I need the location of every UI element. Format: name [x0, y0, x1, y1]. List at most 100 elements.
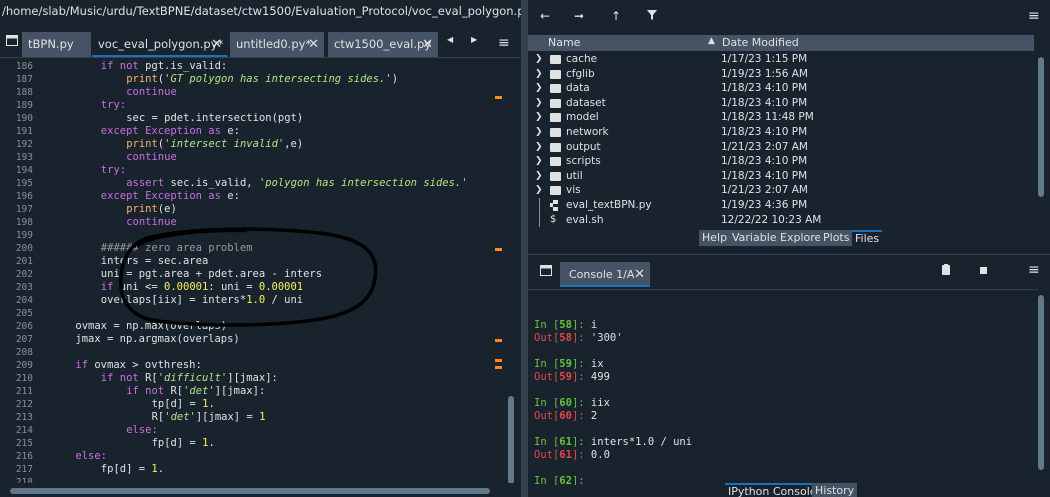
chevron-right-icon[interactable]: ❯: [535, 125, 543, 140]
warning-marker[interactable]: [495, 359, 502, 362]
console-output-line: Out[61]: 0.0: [534, 449, 610, 461]
file-date-modified: 1/18/23 4:10 PM: [721, 169, 808, 182]
warning-marker[interactable]: [495, 248, 502, 251]
sort-ascending-icon[interactable]: ▲: [708, 36, 715, 46]
line-number: 214: [15, 425, 33, 436]
tab-files[interactable]: Files: [852, 230, 883, 246]
filter-icon[interactable]: [647, 9, 657, 23]
file-row[interactable]: ❯ util 1/18/23 4:10 PM: [528, 169, 1034, 184]
editor-vertical-scrollbar[interactable]: [506, 58, 516, 483]
close-icon[interactable]: ✕: [308, 32, 319, 57]
warning-marker[interactable]: [495, 366, 502, 369]
tab-untitled0[interactable]: untitled0.py* ✕: [230, 32, 325, 57]
file-row[interactable]: ❯ cache 1/17/23 1:15 PM: [528, 52, 1034, 67]
chevron-right-icon[interactable]: ❯: [535, 140, 543, 155]
hamburger-menu-icon[interactable]: ≡: [1028, 8, 1040, 24]
file-date-modified: 1/18/23 4:10 PM: [721, 82, 808, 95]
console-input-line: In [60]: iix: [534, 397, 610, 409]
line-number: 193: [15, 152, 33, 163]
line-number: 208: [15, 347, 33, 358]
code-line: print(e): [126, 203, 177, 215]
pane-browse-icon[interactable]: [538, 265, 554, 279]
pane-browse-icon[interactable]: [4, 35, 20, 49]
file-row[interactable]: ❯ dataset 1/18/23 4:10 PM: [528, 96, 1034, 111]
close-icon[interactable]: ✕: [634, 262, 645, 287]
editor-tab-bar: tBPN.py voc_eval_polygon.py* ✕ untitled0…: [0, 29, 521, 57]
files-table-header: Name ▲ Date Modified: [528, 35, 1034, 51]
tab-ipython-console[interactable]: IPython Console: [725, 483, 820, 497]
pane-splitter[interactable]: [521, 0, 528, 497]
close-icon[interactable]: ✕: [422, 32, 433, 57]
tab-variable-explorer[interactable]: Variable Explorer: [729, 230, 829, 246]
file-row[interactable]: ❯ cfglib 1/19/23 1:56 AM: [528, 67, 1034, 82]
file-row[interactable]: $ eval.sh 12/22/22 10:23 AM: [528, 212, 1034, 228]
file-row[interactable]: ❯ model 1/18/23 11:48 PM: [528, 110, 1034, 125]
files-bottom-tabs: Help Variable Explorer Plots Files: [528, 229, 1050, 247]
tab-help[interactable]: Help: [699, 230, 731, 246]
file-row[interactable]: eval_textBPN.py 1/19/23 4:36 PM: [528, 198, 1034, 213]
tab-console-1a[interactable]: Console 1/A ✕: [560, 262, 650, 287]
warning-marker[interactable]: [495, 96, 502, 99]
chevron-right-icon[interactable]: ❯: [535, 81, 543, 96]
code-line: if not pgt.is_valid:: [100, 60, 228, 72]
chevron-right-icon[interactable]: ❯: [535, 110, 543, 125]
forward-arrow-icon[interactable]: ➞: [574, 9, 584, 23]
code-line: continue: [126, 86, 177, 98]
code-line: tp[d] = 1.: [151, 398, 215, 410]
tab-tbpn[interactable]: tBPN.py: [22, 32, 92, 57]
column-header-name[interactable]: Name: [548, 36, 580, 49]
line-number: 206: [15, 321, 33, 332]
warning-marker[interactable]: [495, 339, 502, 342]
chevron-right-icon[interactable]: ❯: [535, 96, 543, 111]
line-number: 190: [15, 113, 33, 124]
folder-icon: [550, 55, 561, 64]
chevron-right-icon[interactable]: ❯: [535, 154, 543, 169]
file-row[interactable]: ❯ scripts 1/18/23 4:10 PM: [528, 154, 1034, 169]
line-number: 210: [15, 373, 33, 384]
line-number: 199: [15, 230, 33, 241]
clipboard-icon[interactable]: [942, 264, 950, 278]
terminal-icon: $: [550, 213, 557, 225]
file-name: dataset: [566, 96, 606, 109]
chevron-right-icon[interactable]: ❯: [535, 169, 543, 184]
scrollbar-thumb[interactable]: [1038, 295, 1044, 470]
file-row[interactable]: ❯ output 1/21/23 2:07 AM: [528, 140, 1034, 155]
scrollbar-thumb[interactable]: [1038, 57, 1044, 197]
code-line: else:: [75, 450, 107, 462]
python-file-icon: [550, 200, 561, 211]
hamburger-menu-icon[interactable]: ≡: [1028, 262, 1040, 278]
file-date-modified: 1/19/23 1:56 AM: [721, 67, 808, 80]
chevron-right-icon[interactable]: ❯: [535, 67, 543, 82]
line-number: 187: [15, 74, 33, 85]
tab-scroll-left-icon[interactable]: ◀: [447, 35, 453, 44]
up-arrow-icon[interactable]: ↑: [611, 9, 621, 23]
editor-horizontal-scrollbar[interactable]: [0, 484, 506, 497]
files-vertical-scrollbar[interactable]: [1036, 35, 1046, 228]
chevron-right-icon[interactable]: ❯: [535, 52, 543, 67]
file-row[interactable]: ❯ network 1/18/23 4:10 PM: [528, 125, 1034, 140]
code-line: fp[d] = 1.: [151, 437, 215, 449]
editor-pane: /home/slab/Music/urdu/TextBPNE/dataset/c…: [0, 0, 521, 497]
file-row[interactable]: ❯ vis 1/21/23 2:07 AM: [528, 183, 1034, 198]
tab-plots[interactable]: Plots: [820, 230, 853, 246]
column-header-date[interactable]: Date Modified: [722, 36, 799, 49]
back-arrow-icon[interactable]: ←: [540, 9, 550, 23]
file-row[interactable]: ❯ data 1/18/23 4:10 PM: [528, 81, 1034, 96]
scrollbar-thumb[interactable]: [10, 488, 490, 494]
ipython-console-output[interactable]: In [58]: i Out[58]: '300' In [59]: ix Out[5…: [528, 289, 1038, 485]
tab-history[interactable]: History: [812, 483, 858, 497]
code-line: if ovmax > ovthresh:: [75, 359, 202, 371]
tab-ctw1500-eval[interactable]: ctw1500_eval.py ✕: [328, 32, 439, 57]
hamburger-menu-icon[interactable]: ≡: [498, 35, 510, 51]
scrollbar-thumb[interactable]: [508, 396, 514, 483]
line-number: 213: [15, 412, 33, 423]
tab-voc-eval-polygon[interactable]: voc_eval_polygon.py* ✕: [92, 32, 228, 57]
close-icon[interactable]: ✕: [211, 32, 222, 55]
code-line: continue: [126, 151, 177, 163]
code-line: else:: [126, 424, 158, 436]
tab-scroll-right-icon[interactable]: ▶: [471, 35, 477, 44]
console-vertical-scrollbar[interactable]: [1036, 295, 1046, 475]
line-number: 195: [15, 178, 33, 189]
chevron-right-icon[interactable]: ❯: [535, 183, 543, 198]
stop-icon[interactable]: [980, 264, 987, 277]
